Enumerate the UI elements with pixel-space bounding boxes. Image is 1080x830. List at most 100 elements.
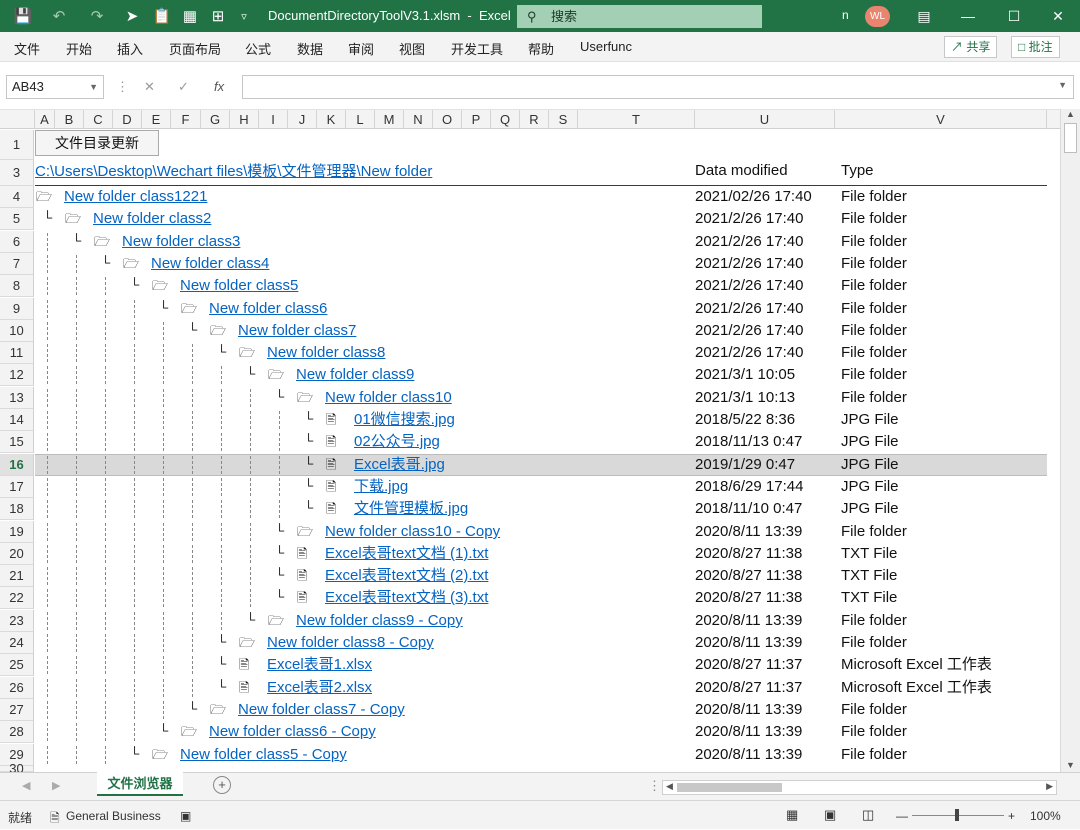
paste-icon[interactable]: 📋 xyxy=(148,0,176,32)
horizontal-scrollbar[interactable]: ◀ ▶ xyxy=(662,780,1057,795)
save-icon[interactable]: 💾 xyxy=(8,0,38,32)
row-header-25[interactable]: 25 xyxy=(0,654,34,676)
row-header-23[interactable]: 23 xyxy=(0,610,34,632)
row-header-24[interactable]: 24 xyxy=(0,632,34,654)
name-box[interactable]: AB43 ▼ xyxy=(6,75,104,99)
column-header-j[interactable]: J xyxy=(288,110,317,129)
page-layout-view-icon[interactable]: ▣ xyxy=(824,807,836,823)
zoom-level[interactable]: 100% xyxy=(1030,809,1061,823)
column-header-h[interactable]: H xyxy=(230,110,259,129)
column-header-u[interactable]: U xyxy=(695,110,835,129)
folder-link[interactable]: New folder class2 xyxy=(93,208,211,230)
comments-button[interactable]: □ 批注 xyxy=(1011,36,1060,58)
folder-link[interactable]: New folder class9 - Copy xyxy=(296,610,463,632)
folder-link[interactable]: New folder class6 - Copy xyxy=(209,721,376,743)
menu-page-layout[interactable]: 页面布局 xyxy=(169,39,221,58)
sensitivity-label[interactable]: General Business xyxy=(66,809,161,823)
close-icon[interactable]: ✕ xyxy=(1036,0,1080,32)
folder-link[interactable]: New folder class10 xyxy=(325,387,452,409)
column-header-p[interactable]: P xyxy=(462,110,491,129)
folder-link[interactable]: New folder class8 - Copy xyxy=(267,632,434,654)
column-header-t[interactable]: T xyxy=(578,110,695,129)
folder-link[interactable]: New folder class10 - Copy xyxy=(325,521,500,543)
row-header-15[interactable]: 15 xyxy=(0,431,34,453)
select-all-corner[interactable] xyxy=(0,110,35,129)
folder-link[interactable]: New folder class7 - Copy xyxy=(238,699,405,721)
column-header-g[interactable]: G xyxy=(201,110,230,129)
file-link[interactable]: Excel表哥.jpg xyxy=(354,454,445,476)
row-header-1[interactable]: 1 xyxy=(0,130,34,160)
zoom-slider-thumb[interactable] xyxy=(955,809,959,821)
folder-link[interactable]: New folder class9 xyxy=(296,364,414,386)
folder-link[interactable]: New folder class1221 xyxy=(64,186,207,208)
folder-link[interactable]: New folder class5 xyxy=(180,275,298,297)
undo-icon[interactable]: ↶ xyxy=(44,0,74,32)
form-icon[interactable]: ▦ xyxy=(176,0,204,32)
formula-input[interactable]: ▼ xyxy=(242,75,1074,99)
column-header-o[interactable]: O xyxy=(433,110,462,129)
vertical-scrollbar[interactable]: ▲ ▼ xyxy=(1060,109,1080,772)
folder-link[interactable]: New folder class4 xyxy=(151,253,269,275)
row-header-17[interactable]: 17 xyxy=(0,476,34,498)
borders-icon[interactable]: ⊞ xyxy=(204,0,232,32)
row-header-22[interactable]: 22 xyxy=(0,587,34,609)
update-directory-button[interactable]: 文件目录更新 xyxy=(35,130,159,156)
next-sheet-icon[interactable]: ▶ xyxy=(52,779,60,792)
folder-link[interactable]: New folder class7 xyxy=(238,320,356,342)
column-header-v[interactable]: V xyxy=(835,110,1047,129)
row-header-10[interactable]: 10 xyxy=(0,320,34,342)
row-header-21[interactable]: 21 xyxy=(0,565,34,587)
chevron-down-icon[interactable]: ▼ xyxy=(89,76,98,98)
column-header-m[interactable]: M xyxy=(375,110,404,129)
column-header-f[interactable]: F xyxy=(171,110,201,129)
menu-data[interactable]: 数据 xyxy=(297,39,323,58)
add-sheet-icon[interactable]: + xyxy=(213,776,231,794)
menu-formulas[interactable]: 公式 xyxy=(245,39,271,58)
page-break-view-icon[interactable]: ◫ xyxy=(862,807,874,823)
row-header-13[interactable]: 13 xyxy=(0,387,34,409)
vertical-scroll-thumb[interactable] xyxy=(1064,123,1077,153)
folder-link[interactable]: New folder class5 - Copy xyxy=(180,744,347,766)
format-painter-icon[interactable]: ➤ xyxy=(118,0,146,32)
row-header-12[interactable]: 12 xyxy=(0,364,34,386)
cancel-icon[interactable]: ✕ xyxy=(144,79,155,95)
menu-view[interactable]: 视图 xyxy=(399,39,425,58)
row-header-27[interactable]: 27 xyxy=(0,699,34,721)
folder-link[interactable]: New folder class8 xyxy=(267,342,385,364)
menu-help[interactable]: 帮助 xyxy=(528,39,554,58)
row-header-14[interactable]: 14 xyxy=(0,409,34,431)
prev-sheet-icon[interactable]: ◀ xyxy=(22,779,30,792)
column-header-r[interactable]: R xyxy=(520,110,549,129)
scroll-up-icon[interactable]: ▲ xyxy=(1066,109,1075,119)
file-link[interactable]: 文件管理模板.jpg xyxy=(354,498,468,520)
row-header-26[interactable]: 26 xyxy=(0,677,34,699)
column-header-c[interactable]: C xyxy=(84,110,113,129)
file-link[interactable]: 01微信搜索.jpg xyxy=(354,409,455,431)
split-handle-icon[interactable]: ⋮ xyxy=(648,778,661,794)
row-header-19[interactable]: 19 xyxy=(0,521,34,543)
scroll-left-icon[interactable]: ◀ xyxy=(666,781,673,792)
sheet-tab-browser[interactable]: 文件浏览器 xyxy=(97,772,183,796)
scroll-right-icon[interactable]: ▶ xyxy=(1046,781,1053,792)
menu-insert[interactable]: 插入 xyxy=(117,39,143,58)
column-header-i[interactable]: I xyxy=(259,110,288,129)
file-link[interactable]: 02公众号.jpg xyxy=(354,431,440,453)
file-link[interactable]: Excel表哥2.xlsx xyxy=(267,677,372,699)
row-header-8[interactable]: 8 xyxy=(0,275,34,297)
column-header-s[interactable]: S xyxy=(549,110,578,129)
folder-link[interactable]: New folder class3 xyxy=(122,231,240,253)
zoom-out-icon[interactable]: — xyxy=(896,809,908,823)
menu-home[interactable]: 开始 xyxy=(66,39,92,58)
expand-formula-icon[interactable]: ▼ xyxy=(1058,80,1067,90)
redo-icon[interactable]: ↷ xyxy=(82,0,112,32)
column-header-n[interactable]: N xyxy=(404,110,433,129)
insert-function-icon[interactable]: fx xyxy=(214,79,224,94)
row-header-20[interactable]: 20 xyxy=(0,543,34,565)
menu-file[interactable]: 文件 xyxy=(14,39,40,58)
menu-developer[interactable]: 开发工具 xyxy=(451,39,503,58)
share-button[interactable]: ↗ 共享 xyxy=(944,36,998,58)
macro-record-icon[interactable]: ▣ xyxy=(180,809,191,823)
maximize-icon[interactable]: ☐ xyxy=(992,0,1036,32)
row-header-4[interactable]: 4 xyxy=(0,186,34,208)
column-header-q[interactable]: Q xyxy=(491,110,520,129)
